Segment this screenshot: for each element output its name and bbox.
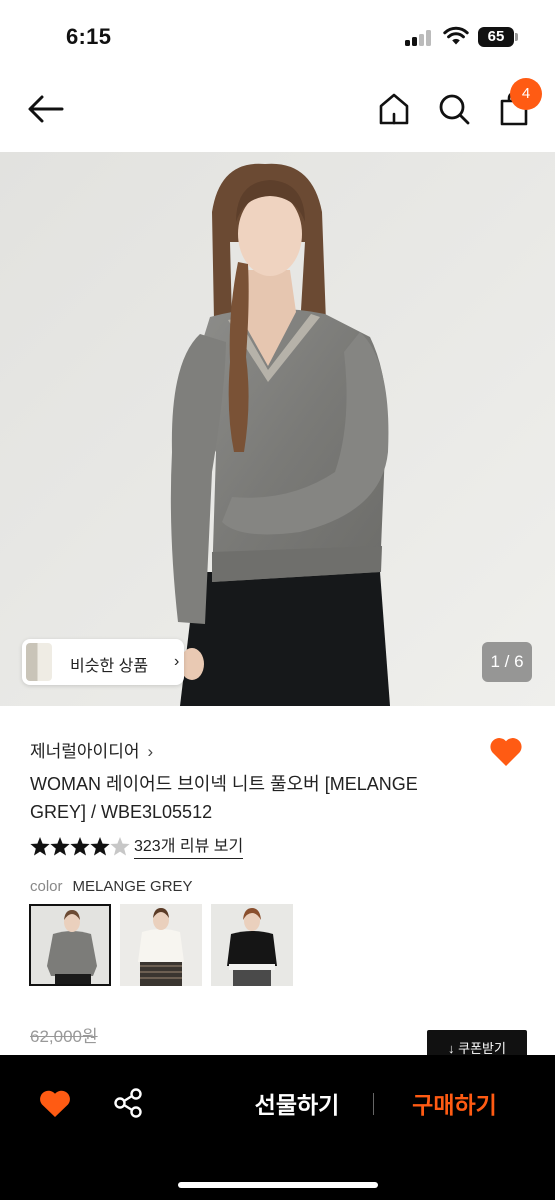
color-swatch-ivory[interactable]: [120, 904, 202, 986]
similar-products-button[interactable]: 비슷한 상품 ›: [22, 639, 184, 685]
color-swatch-melange-grey[interactable]: [29, 904, 111, 986]
color-label: color: [30, 878, 63, 895]
chevron-right-icon: ›: [147, 742, 154, 761]
similar-products-label: 비슷한 상품: [70, 658, 149, 675]
color-swatch-black[interactable]: [211, 904, 293, 986]
home-indicator[interactable]: [178, 1182, 378, 1188]
review-link[interactable]: 323개 리뷰 보기: [134, 836, 244, 859]
battery-level: 65: [478, 27, 514, 47]
chevron-right-icon: ›: [174, 653, 180, 670]
product-image-gallery[interactable]: 비슷한 상품 › 1 / 6: [0, 152, 555, 706]
top-nav-bar: [0, 72, 555, 152]
status-time: 6:15: [66, 24, 112, 49]
bottom-action-bar: 선물하기 구매하기: [0, 1055, 555, 1200]
original-price: 62,000원: [30, 1027, 98, 1046]
heart-icon[interactable]: [38, 1087, 72, 1119]
cellular-signal-icon: [405, 30, 433, 46]
product-photo: [0, 152, 555, 706]
divider: [373, 1093, 374, 1115]
back-arrow-icon[interactable]: [26, 92, 66, 126]
brand-name: 제너럴아이디어: [30, 742, 140, 761]
wishlist-heart-icon[interactable]: [488, 734, 524, 768]
status-bar: 6:15 65: [0, 0, 555, 72]
brand-link[interactable]: 제너럴아이디어 ›: [30, 737, 153, 762]
product-title: WOMAN 레이어드 브이넥 니트 풀오버 [MELANGE GREY] / W…: [30, 774, 418, 822]
selected-color-value: MELANGE GREY: [72, 878, 193, 895]
star-rating: [30, 837, 130, 856]
similar-product-thumbnail: [26, 643, 52, 681]
wifi-icon: [443, 26, 469, 45]
gift-button[interactable]: 선물하기: [232, 1085, 362, 1125]
battery-icon: 65: [478, 27, 518, 47]
home-icon[interactable]: [376, 90, 412, 128]
search-icon[interactable]: [436, 90, 472, 128]
color-row: color MELANGE GREY: [30, 878, 193, 895]
cart-count-badge: 4: [510, 78, 542, 110]
buy-button[interactable]: 구매하기: [392, 1085, 517, 1125]
image-page-indicator: 1 / 6: [482, 642, 532, 682]
share-icon[interactable]: [112, 1087, 144, 1119]
